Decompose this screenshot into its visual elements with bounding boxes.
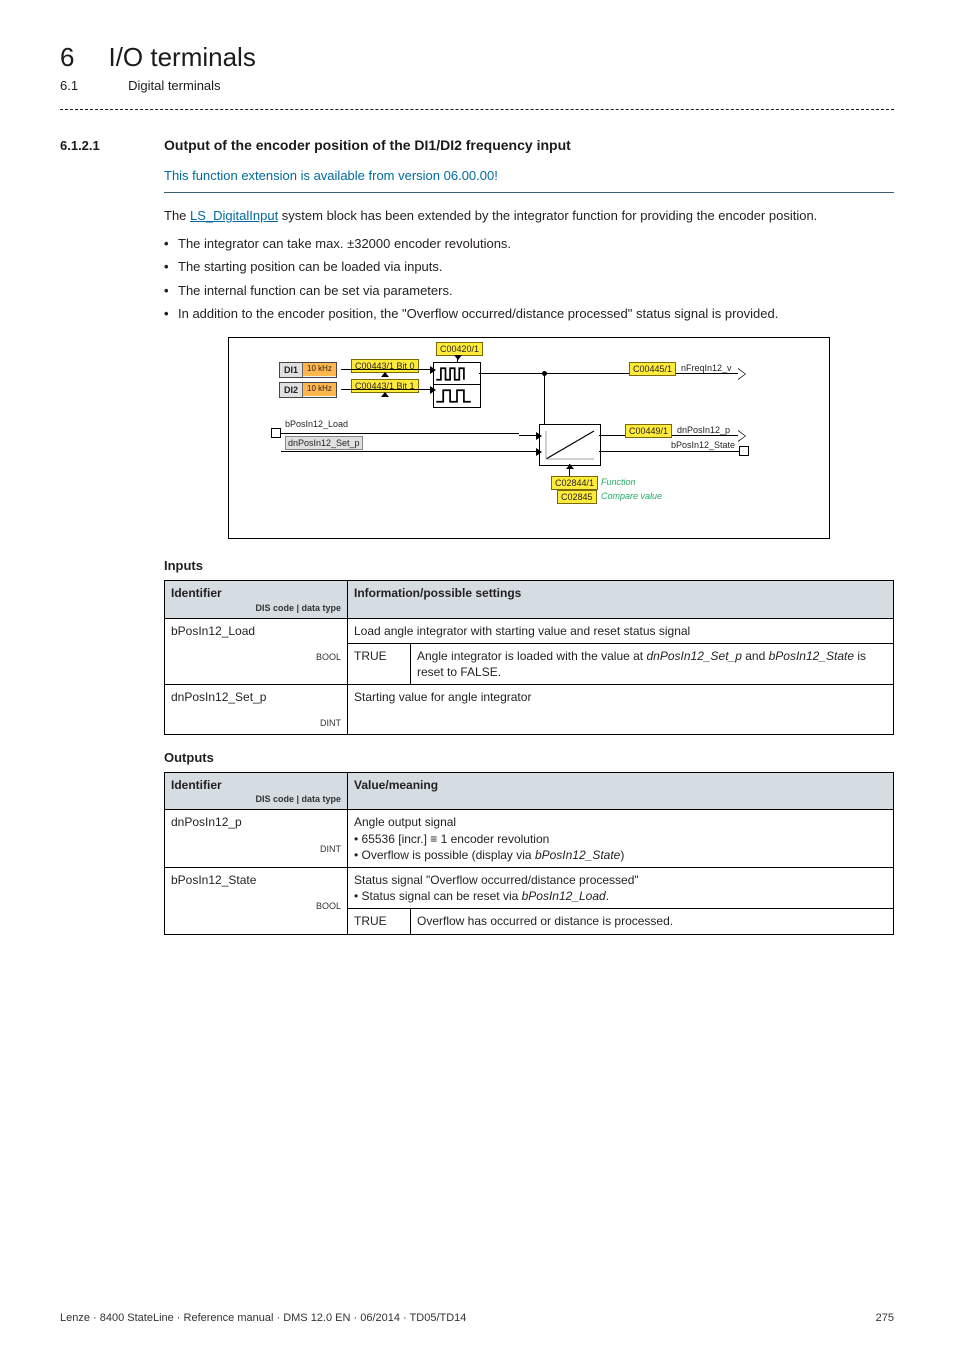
chapter-number: 6 bbox=[60, 40, 74, 75]
th-identifier: Identifier bbox=[171, 586, 222, 600]
identifier-cell: bPosIn12_State bbox=[171, 873, 256, 887]
wire bbox=[341, 389, 431, 390]
italic-text: dnPosIn12_Set_p bbox=[646, 649, 741, 663]
bullet-item: The integrator can take max. ±32000 enco… bbox=[164, 235, 894, 253]
text: . bbox=[606, 889, 609, 903]
text: • Overflow is possible (display via bbox=[354, 848, 535, 862]
di2-khz: 10 kHz bbox=[303, 383, 336, 396]
blue-rule bbox=[164, 192, 894, 193]
ls-digitalinput-link[interactable]: LS_DigitalInput bbox=[190, 208, 278, 223]
availability-note: This function extension is available fro… bbox=[164, 167, 894, 185]
inputs-table: Identifier DIS code | data type Informat… bbox=[164, 580, 894, 734]
section-title-6-1: Digital terminals bbox=[128, 77, 220, 95]
wire bbox=[281, 451, 519, 452]
text: Angle output signal bbox=[354, 815, 456, 829]
port-icon bbox=[271, 428, 281, 438]
nfreqin-label: nFreqIn12_v bbox=[681, 362, 732, 374]
junction-dot bbox=[542, 371, 547, 376]
italic-text: bPosIn12_Load bbox=[522, 889, 606, 903]
desc-cell: Load angle integrator with starting valu… bbox=[348, 618, 894, 643]
datatype-cell: BOOL bbox=[171, 651, 341, 663]
wire bbox=[599, 451, 739, 452]
footer-left: Lenze · 8400 StateLine · Reference manua… bbox=[60, 1311, 466, 1326]
th-info: Information/possible settings bbox=[348, 581, 894, 618]
key-cell: TRUE bbox=[348, 643, 411, 684]
bullet-item: In addition to the encoder position, the… bbox=[164, 305, 894, 323]
c02844-label: C02844/1 bbox=[551, 476, 598, 490]
text: Status signal "Overflow occurred/distanc… bbox=[354, 873, 639, 887]
outputs-heading: Outputs bbox=[164, 749, 894, 767]
th-dis-code: DIS code | data type bbox=[171, 602, 341, 614]
intro-pre: The bbox=[164, 208, 190, 223]
pulse-box-1 bbox=[433, 362, 481, 386]
page-number: 275 bbox=[876, 1311, 894, 1326]
text: ) bbox=[620, 848, 624, 862]
text: • Status signal can be reset via bbox=[354, 889, 522, 903]
identifier-cell: dnPosIn12_Set_p bbox=[171, 690, 266, 704]
italic-text: bPosIn12_State bbox=[769, 649, 854, 663]
pulse-box-2 bbox=[433, 384, 481, 408]
bposin12-state-label: bPosIn12_State bbox=[671, 439, 735, 451]
desc-cell: Starting value for angle integrator bbox=[348, 685, 894, 734]
function-block-diagram: DI1 10 kHz DI2 10 kHz C00420/1 C00443/1 … bbox=[228, 337, 830, 539]
c02844-text: Function bbox=[601, 476, 636, 488]
value-cell: Angle integrator is loaded with the valu… bbox=[411, 643, 894, 684]
integrator-block bbox=[539, 424, 601, 466]
arrow-up-icon bbox=[381, 372, 389, 377]
arrow-up-icon bbox=[381, 392, 389, 397]
value-cell: Overflow has occurred or distance is pro… bbox=[411, 909, 894, 934]
c00449-label: C00449/1 bbox=[625, 424, 672, 438]
chapter-title: I/O terminals bbox=[108, 40, 255, 75]
inputs-heading: Inputs bbox=[164, 557, 894, 575]
di2-box: DI2 10 kHz bbox=[279, 382, 337, 398]
th-identifier: Identifier bbox=[171, 778, 222, 792]
bposin12-load-label: bPosIn12_Load bbox=[285, 418, 348, 430]
datatype-cell: DINT bbox=[171, 717, 341, 729]
key-cell: TRUE bbox=[348, 909, 411, 934]
di1-box: DI1 10 kHz bbox=[279, 362, 337, 378]
arrow-down-icon bbox=[454, 355, 462, 360]
section-number-6-1: 6.1 bbox=[60, 77, 78, 95]
wire bbox=[519, 451, 537, 452]
wire bbox=[519, 435, 537, 436]
c00445-label: C00445/1 bbox=[629, 362, 676, 376]
identifier-cell: dnPosIn12_p bbox=[171, 815, 242, 829]
intro-paragraph: The LS_DigitalInput system block has bee… bbox=[164, 207, 894, 225]
italic-text: bPosIn12_State bbox=[535, 848, 620, 862]
wire bbox=[281, 433, 519, 434]
heading-number: 6.1.2.1 bbox=[60, 137, 132, 155]
heading-title: Output of the encoder position of the DI… bbox=[164, 136, 571, 155]
di1-khz: 10 kHz bbox=[303, 363, 336, 376]
arrow-up-icon bbox=[566, 464, 574, 469]
bullet-item: The internal function can be set via par… bbox=[164, 282, 894, 300]
intro-post: system block has been extended by the in… bbox=[278, 208, 817, 223]
port-icon bbox=[739, 446, 749, 456]
text: • 65536 [incr.] ≡ 1 encoder revolution bbox=[354, 832, 549, 846]
dnposin12-p-label: dnPosIn12_p bbox=[677, 424, 730, 436]
dnposin12-set-label: dnPosIn12_Set_p bbox=[285, 436, 363, 450]
datatype-cell: BOOL bbox=[171, 900, 341, 912]
wire bbox=[341, 369, 431, 370]
identifier-cell: bPosIn12_Load bbox=[171, 624, 255, 638]
datatype-cell: DINT bbox=[171, 843, 341, 855]
value-cell: Angle output signal • 65536 [incr.] ≡ 1 … bbox=[348, 810, 894, 868]
th-dis-code: DIS code | data type bbox=[171, 793, 341, 805]
outputs-table: Identifier DIS code | data type Value/me… bbox=[164, 772, 894, 934]
bullet-item: The starting position can be loaded via … bbox=[164, 258, 894, 276]
th-value: Value/meaning bbox=[348, 773, 894, 810]
text: Angle integrator is loaded with the valu… bbox=[417, 649, 646, 663]
di2-label: DI2 bbox=[280, 383, 303, 397]
dashed-separator bbox=[60, 109, 894, 110]
value-cell: Status signal "Overflow occurred/distanc… bbox=[348, 868, 894, 909]
di1-label: DI1 bbox=[280, 363, 303, 377]
text: and bbox=[742, 649, 769, 663]
c02845-label: C02845 bbox=[557, 490, 597, 504]
c02845-text: Compare value bbox=[601, 490, 662, 502]
